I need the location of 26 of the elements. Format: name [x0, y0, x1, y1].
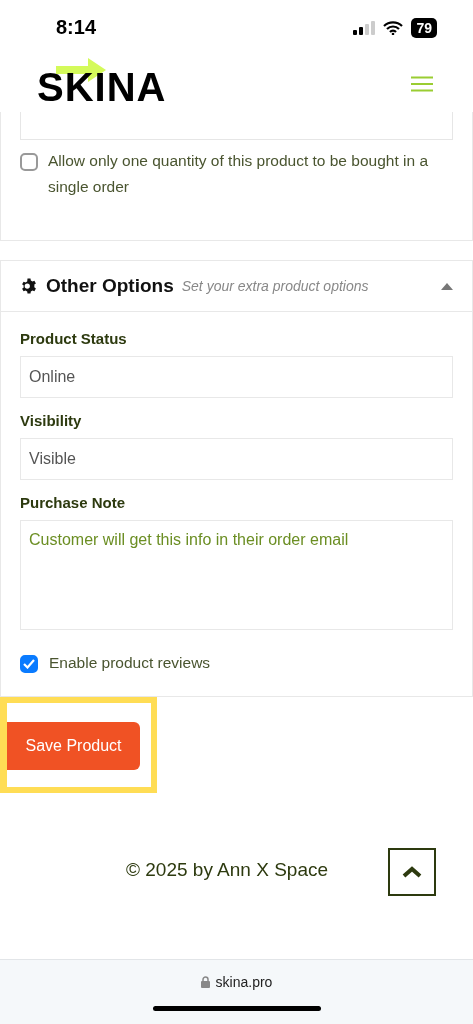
panel-title: Other Options	[46, 275, 174, 297]
checkbox-label: Allow only one quantity of this product to be bought in a single order	[48, 151, 429, 197]
clock-time: 8:14	[56, 16, 97, 39]
field-label: Purchase Note	[20, 494, 127, 511]
input-field[interactable]: Online	[20, 356, 453, 398]
back-to-top-button[interactable]	[388, 848, 436, 896]
signal-icon	[353, 20, 376, 35]
battery-level: 79	[411, 17, 437, 38]
caret-icon	[402, 866, 422, 878]
logo[interactable]: SKINA	[37, 65, 167, 109]
settings-icon	[20, 277, 38, 295]
wifi-icon	[383, 20, 404, 35]
field-label: Visibility	[20, 412, 83, 429]
checkbox[interactable]	[20, 153, 38, 171]
url-text[interactable]: skina.pro	[215, 974, 273, 990]
text-area[interactable]: Customer will get this info in their order email	[20, 520, 453, 630]
save-button[interactable]: Save Product	[7, 722, 140, 770]
panel-subtitle: Set your extra product options	[181, 278, 370, 294]
input-field[interactable]: Visible	[20, 438, 453, 480]
checkbox-label: Enable product reviews	[49, 653, 211, 673]
lock-icon	[200, 976, 210, 988]
input-field[interactable]	[20, 112, 453, 140]
copyright-text: © 2025 by Ann X Space	[126, 859, 329, 881]
caret-icon[interactable]	[441, 282, 453, 290]
checkbox[interactable]	[20, 654, 38, 673]
field-label: Product Status	[20, 330, 128, 347]
